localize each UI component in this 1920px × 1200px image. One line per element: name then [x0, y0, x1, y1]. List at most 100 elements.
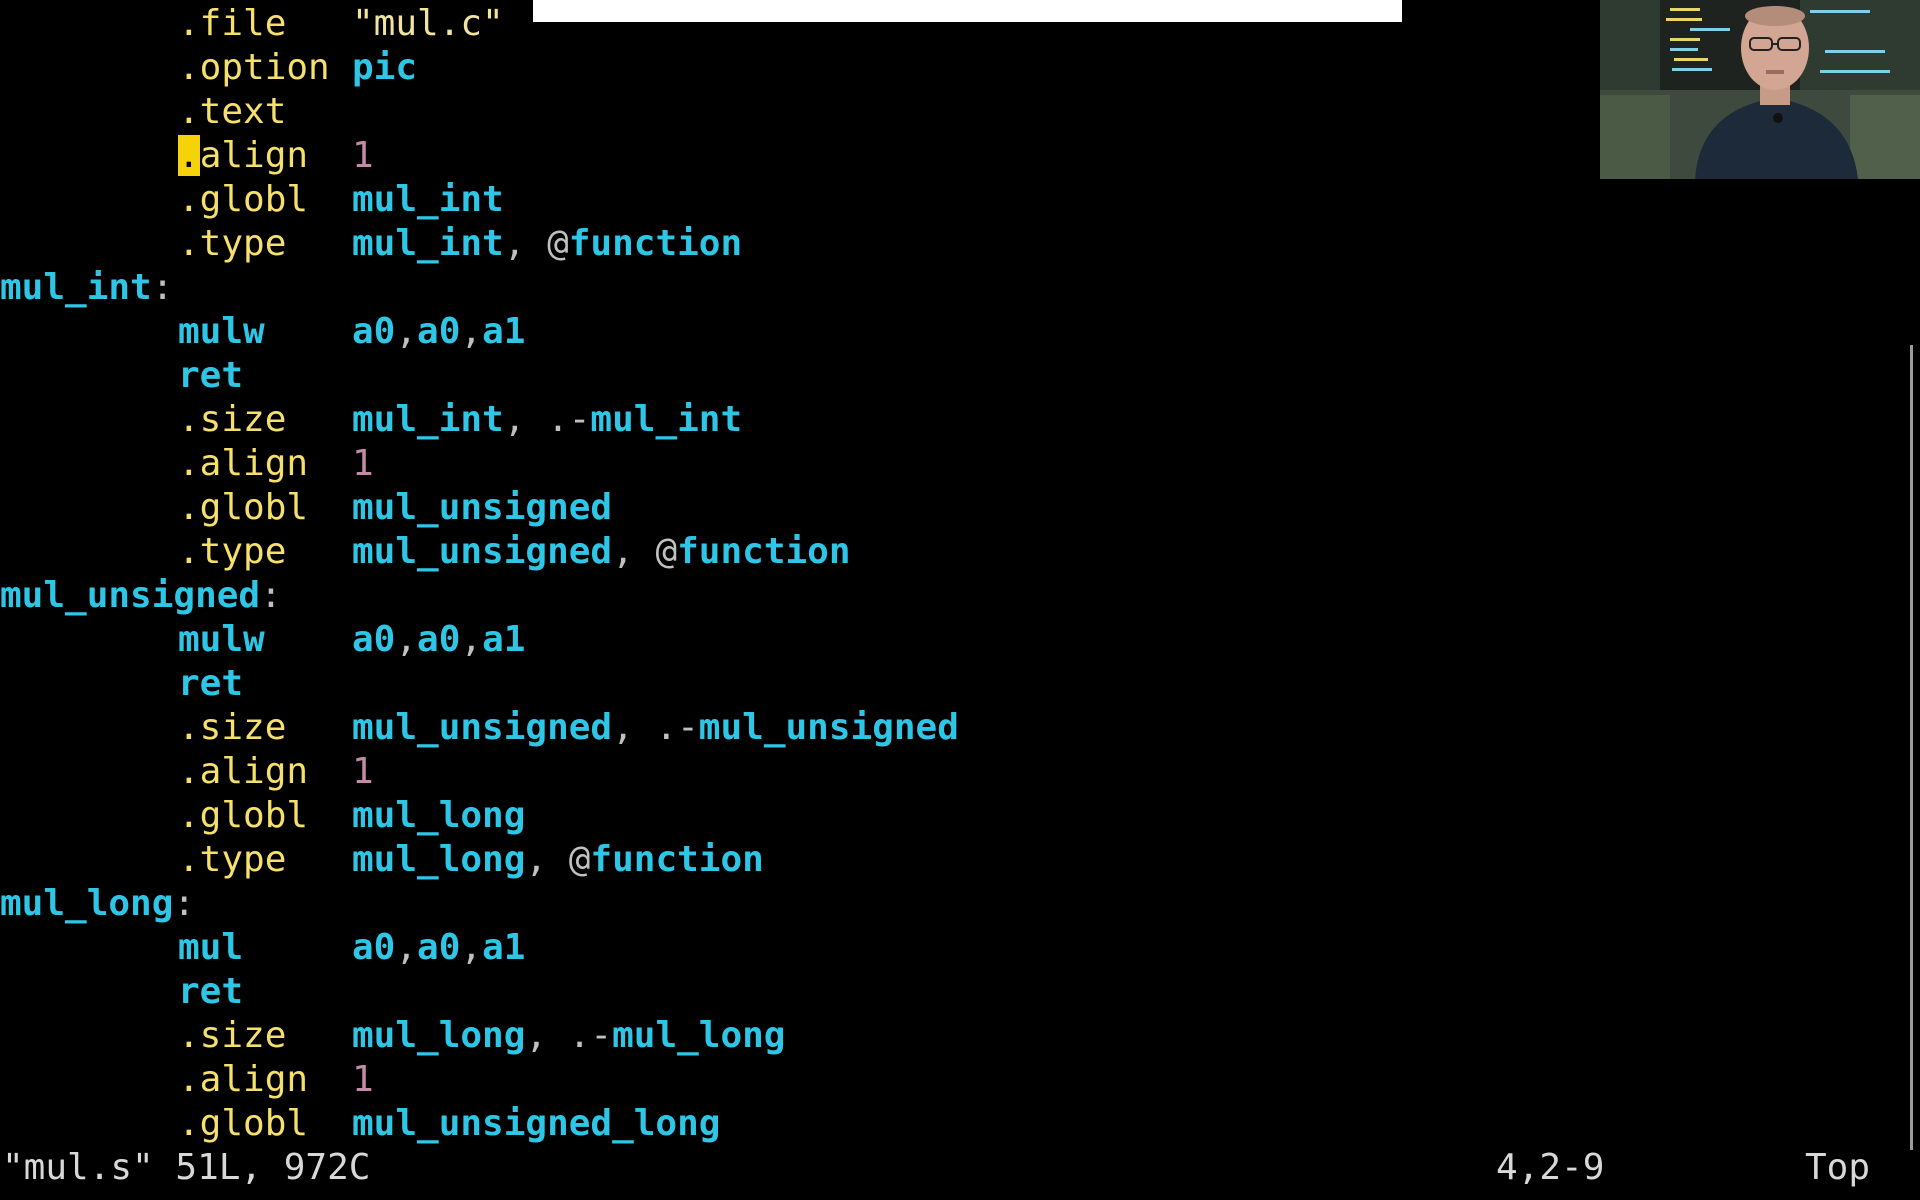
label-name: mul_unsigned [0, 575, 261, 616]
operand-token: mul_unsigned [352, 531, 613, 572]
operand-token: , .- [525, 1015, 613, 1056]
presenter-webcam-icon [1600, 0, 1920, 179]
assembler-directive: .type [178, 531, 287, 572]
scrollbar[interactable] [1910, 345, 1913, 1150]
instruction-mnemonic: ret [178, 355, 244, 396]
operand-token: mul_unsigned_long [352, 1103, 721, 1144]
instruction-mnemonic: mul [178, 927, 244, 968]
operands: pic [352, 46, 417, 90]
code-line[interactable]: mulw a0,a0,a1 [0, 618, 1900, 662]
operand-token: a1 [482, 927, 526, 968]
operands: mul_unsigned_long [352, 1102, 720, 1146]
operands: mul_int, @function [352, 222, 742, 266]
status-line: "mul.s" 51L, 972C 4,2-9 Top [0, 1144, 1920, 1192]
code-line[interactable]: mul_int: [0, 266, 1900, 310]
code-line[interactable]: mul a0,a0,a1 [0, 926, 1900, 970]
code-line[interactable]: .size mul_long, .-mul_long [0, 1014, 1900, 1058]
assembler-directive: .globl [178, 795, 309, 836]
assembler-directive: .align [178, 1059, 309, 1100]
operand-token: , [395, 619, 418, 660]
code-line[interactable]: ret [0, 970, 1900, 1014]
code-label: mul_int: [0, 266, 173, 310]
code-line[interactable]: .size mul_int, .-mul_int [0, 398, 1900, 442]
operand-token: function [568, 223, 743, 264]
operand-token: 1 [352, 135, 374, 176]
instruction-mnemonic: ret [178, 663, 244, 704]
code-line[interactable]: .align 1 [0, 1058, 1900, 1102]
code-line[interactable]: .globl mul_int [0, 178, 1900, 222]
assembler-directive: .type [178, 839, 287, 880]
status-cursor-position: 4,2-9 [1496, 1147, 1605, 1188]
code-line[interactable]: mul_long: [0, 882, 1900, 926]
operands: mul_long, .-mul_long [352, 1014, 785, 1058]
vim-window[interactable]: .file "mul.c" .option pic .text .align 1 .globl… [0, 0, 1920, 1200]
assembler-directive: .align [178, 443, 309, 484]
operand-token: mul_unsigned [352, 707, 613, 748]
assembler-directive: .globl [178, 179, 309, 220]
operand-token: , [460, 927, 483, 968]
label-colon: : [173, 883, 196, 924]
label-name: mul_long [0, 883, 174, 924]
assembler-directive: .size [178, 707, 287, 748]
code-line[interactable]: .type mul_unsigned, @function [0, 530, 1900, 574]
operand-token: mul_int [352, 179, 504, 220]
operands: mul_int, .-mul_int [352, 398, 742, 442]
assembler-directive: .size [178, 1015, 287, 1056]
operand-token: , [395, 927, 418, 968]
operand-token: , @ [525, 839, 591, 880]
code-line[interactable]: .align 1 [0, 750, 1900, 794]
overlay-bar [533, 0, 1402, 22]
operand-token: , .- [612, 707, 699, 748]
operand-token: a0 [417, 311, 461, 352]
code-line[interactable]: .type mul_long, @function [0, 838, 1900, 882]
text-cursor: . [178, 135, 200, 176]
operand-token: mul_unsigned [698, 707, 959, 748]
operands: 1 [352, 1058, 374, 1102]
operands: mul_unsigned, @function [352, 530, 851, 574]
code-line[interactable]: ret [0, 354, 1900, 398]
code-line[interactable]: .size mul_unsigned, .-mul_unsigned [0, 706, 1900, 750]
code-line[interactable]: .align 1 [0, 442, 1900, 486]
code-line[interactable]: .globl mul_long [0, 794, 1900, 838]
operands: mul_long [352, 794, 525, 838]
operand-token: mul_long [352, 1015, 526, 1056]
code-label: mul_unsigned: [0, 574, 282, 618]
code-line[interactable]: mul_unsigned: [0, 574, 1900, 618]
operands: a0,a0,a1 [352, 618, 525, 662]
operands: "mul.c" [352, 2, 504, 46]
operand-token: 1 [352, 1059, 374, 1100]
label-name: mul_int [0, 267, 152, 308]
operands: mul_long, @function [352, 838, 764, 882]
instruction-mnemonic: ret [178, 971, 244, 1012]
operand-token: mul_int [352, 223, 504, 264]
code-line[interactable]: ret [0, 662, 1900, 706]
operand-token: function [677, 531, 851, 572]
operands: a0,a0,a1 [352, 310, 525, 354]
assembler-directive: .globl [178, 1103, 309, 1144]
assembler-directive: .align [178, 751, 309, 792]
operands: mul_int [352, 178, 504, 222]
code-line[interactable]: .globl mul_unsigned_long [0, 1102, 1900, 1146]
operand-token: , [395, 311, 418, 352]
operand-token: a1 [482, 619, 526, 660]
operand-token: mul_int [352, 399, 504, 440]
code-line[interactable]: .type mul_int, @function [0, 222, 1900, 266]
operands: a0,a0,a1 [352, 926, 525, 970]
operand-token: , @ [612, 531, 678, 572]
code-line[interactable]: .globl mul_unsigned [0, 486, 1900, 530]
operand-token: a1 [482, 311, 526, 352]
operand-token: "mul.c" [352, 3, 504, 44]
code-line[interactable]: mulw a0,a0,a1 [0, 310, 1900, 354]
operand-token: mul_long [352, 839, 526, 880]
assembler-directive: .type [178, 223, 287, 264]
operand-token: a0 [352, 619, 396, 660]
operands: mul_unsigned, .-mul_unsigned [352, 706, 959, 750]
operands: 1 [352, 134, 374, 178]
operand-token: a0 [352, 927, 396, 968]
status-scroll-position: Top [1805, 1147, 1871, 1188]
code-label: mul_long: [0, 882, 195, 926]
operand-token: 1 [352, 751, 374, 792]
operand-token: , .- [503, 399, 591, 440]
assembler-directive: .option [178, 47, 330, 88]
operand-token: mul_long [352, 795, 526, 836]
